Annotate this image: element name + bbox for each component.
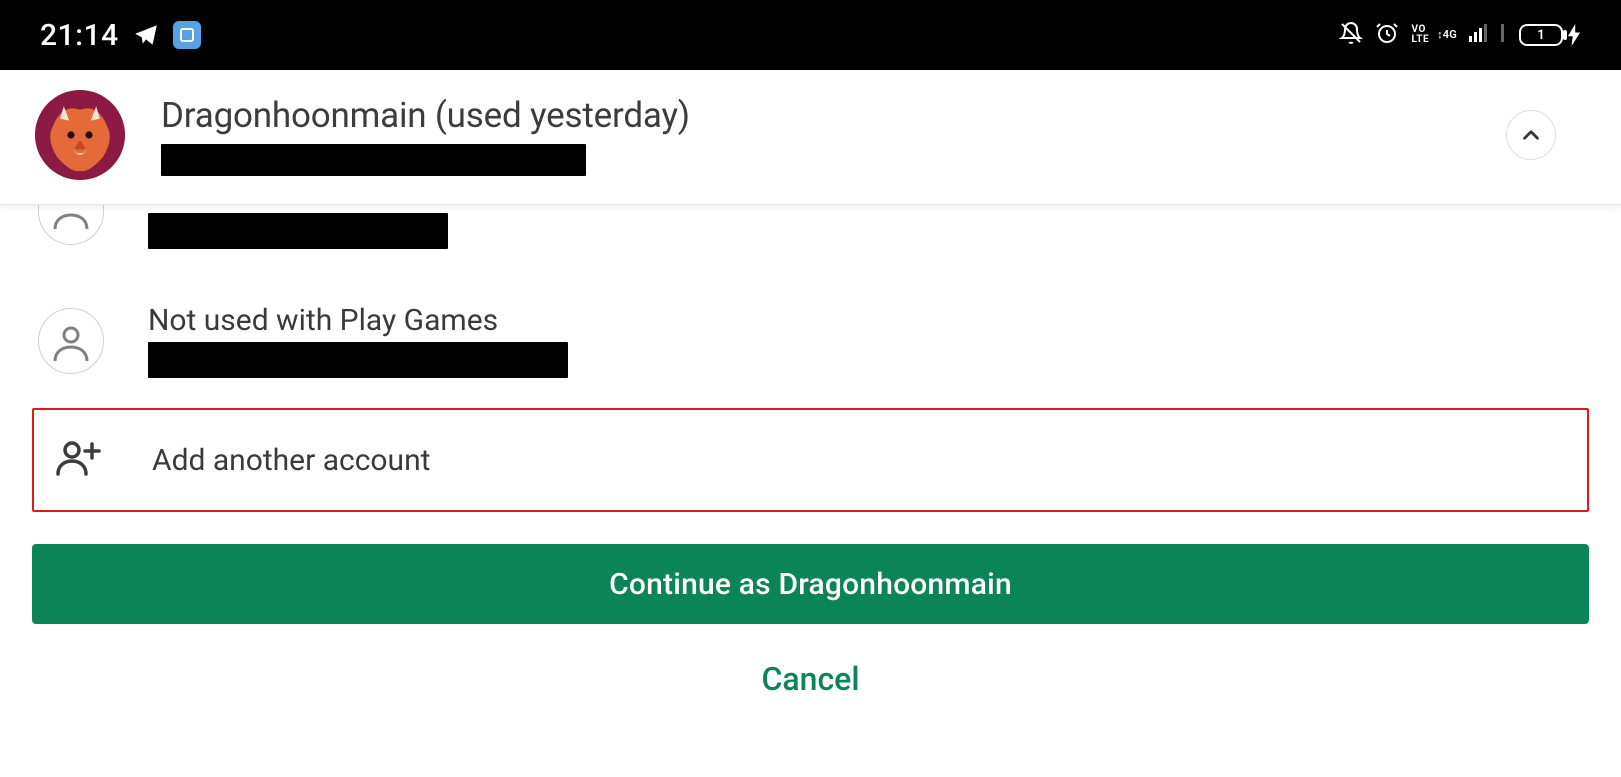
chevron-up-icon (1518, 122, 1544, 148)
battery-indicator: 1 (1519, 24, 1581, 46)
cancel-button[interactable]: Cancel (32, 660, 1589, 698)
continue-button[interactable]: Continue as Dragonhoonmain (32, 544, 1589, 624)
account-row-body (148, 205, 1583, 249)
account-row-partial[interactable] (0, 205, 1621, 261)
add-account-label: Add another account (152, 443, 430, 478)
account-avatar-generic (38, 205, 104, 245)
account-row-label: Not used with Play Games (148, 303, 1583, 338)
selected-account-email-redacted (161, 144, 586, 176)
volte-indicator: VO LTE (1411, 25, 1429, 45)
selected-account-name: Dragonhoonmain (used yesterday) (161, 95, 1470, 136)
network-4g-indicator: ↕4G (1437, 30, 1457, 40)
status-right-cluster: VO LTE ↕4G 1 (1339, 21, 1581, 49)
account-email-redacted (148, 342, 568, 378)
alarm-icon (1375, 21, 1399, 49)
continue-button-label: Continue as Dragonhoonmain (609, 567, 1012, 602)
account-row[interactable]: Not used with Play Games (0, 291, 1621, 390)
status-left-cluster: 21:14 (40, 18, 201, 53)
selected-account-info: Dragonhoonmain (used yesterday) (161, 95, 1470, 176)
second-signal-icon (1501, 24, 1507, 46)
person-add-icon (56, 440, 102, 480)
telegram-icon (133, 22, 159, 48)
status-time: 21:14 (40, 18, 119, 53)
account-avatar-generic (38, 308, 104, 374)
collapse-accounts-button[interactable] (1506, 110, 1556, 160)
notifications-muted-icon (1339, 21, 1363, 49)
android-status-bar: 21:14 VO LTE ↕4G 1 (0, 0, 1621, 70)
add-another-account-row[interactable]: Add another account (32, 408, 1589, 512)
account-row-body: Not used with Play Games (148, 303, 1583, 378)
cancel-button-label: Cancel (762, 660, 860, 698)
selected-account-avatar (35, 90, 125, 180)
selected-account-header[interactable]: Dragonhoonmain (used yesterday) (0, 70, 1621, 205)
app-square-icon (173, 21, 201, 49)
charging-bolt-icon (1567, 24, 1581, 46)
signal-strength-icon (1469, 24, 1489, 46)
account-email-redacted (148, 213, 448, 249)
